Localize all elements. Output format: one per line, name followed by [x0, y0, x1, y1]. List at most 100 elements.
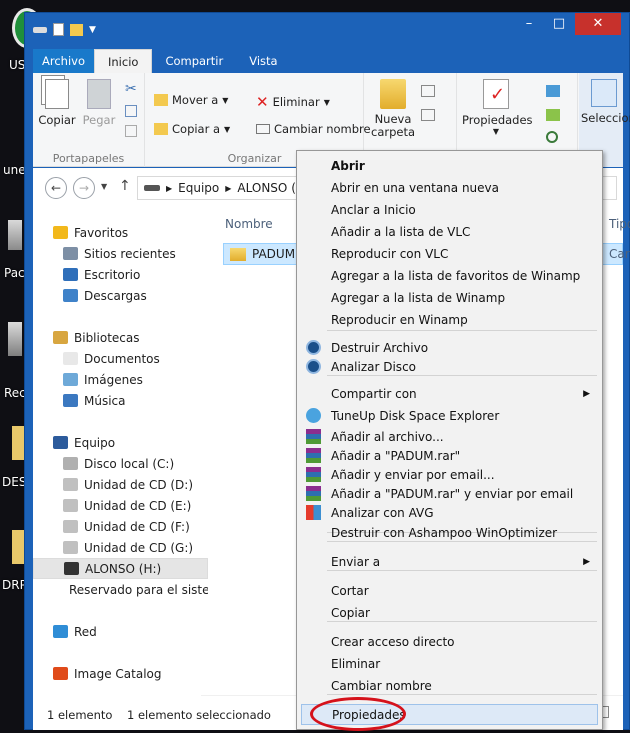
nav-item[interactable]: Imágenes: [33, 369, 208, 390]
nav-item[interactable]: Música: [33, 390, 208, 411]
menu-item[interactable]: Crear acceso directo: [301, 631, 598, 652]
menu-item[interactable]: Destruir Archivo: [301, 337, 598, 358]
copy-to-button[interactable]: Copiar a ▼: [154, 122, 230, 136]
navigation-pane: Favoritos Sitios recientes Escritorio Desca…: [33, 206, 208, 706]
menu-item[interactable]: Añadir a "PADUM.rar" y enviar por email: [301, 483, 598, 504]
menu-item[interactable]: Añadir a la lista de VLC: [301, 221, 598, 242]
properties-icon[interactable]: [53, 23, 64, 36]
recent-locations-icon[interactable]: ▼: [101, 182, 107, 191]
nav-item[interactable]: Favoritos: [33, 222, 208, 243]
nav-item[interactable]: Disco local (C:): [33, 453, 208, 474]
chevron-right-icon[interactable]: ▶: [166, 184, 172, 193]
easy-access-icon[interactable]: [421, 109, 435, 121]
forward-button[interactable]: →: [73, 177, 95, 199]
menu-item-label: Crear acceso directo: [331, 634, 455, 649]
menu-item[interactable]: Añadir y enviar por email...: [301, 464, 598, 485]
title-bar[interactable]: ▼ – □ ✕: [25, 13, 629, 49]
music-icon: [63, 394, 78, 407]
desktop-recycle-icon[interactable]: [8, 322, 22, 356]
nav-item[interactable]: Red: [33, 621, 208, 642]
tab-compartir[interactable]: Compartir: [152, 49, 236, 73]
nav-item[interactable]: Unidad de CD (D:): [33, 474, 208, 495]
move-to-button[interactable]: Mover a ▼: [154, 93, 228, 107]
menu-item[interactable]: TuneUp Disk Space Explorer: [301, 405, 598, 426]
chevron-right-icon[interactable]: ▶: [225, 184, 231, 193]
menu-item-label: Abrir: [331, 158, 365, 173]
menu-item[interactable]: Abrir en una ventana nueva: [301, 177, 598, 198]
new-folder-icon[interactable]: [70, 23, 83, 36]
nav-item[interactable]: Documentos: [33, 348, 208, 369]
properties-button[interactable]: ✓ Propiedades ▼: [462, 79, 533, 136]
nav-item-label: Imágenes: [84, 372, 143, 387]
menu-item[interactable]: Cambiar nombre: [301, 675, 598, 696]
menu-item[interactable]: Enviar a ▶: [301, 551, 598, 572]
nav-item-label: Reservado para el sister: [69, 582, 208, 597]
nav-item-label: Sitios recientes: [84, 246, 176, 261]
nav-item[interactable]: Escritorio: [33, 264, 208, 285]
menu-item[interactable]: Reproducir en Winamp: [301, 309, 598, 330]
nav-item[interactable]: Equipo: [33, 432, 208, 453]
copy-path-icon[interactable]: [125, 105, 137, 117]
copy-button[interactable]: Copiar: [37, 79, 77, 127]
nav-item[interactable]: Bibliotecas: [33, 327, 208, 348]
menu-item[interactable]: Destruir con Ashampoo WinOptimizer: [301, 522, 598, 543]
column-header-type[interactable]: Tipo: [609, 217, 630, 231]
menu-item[interactable]: Copiar: [301, 602, 598, 623]
nav-item[interactable]: ALONSO (H:): [33, 558, 208, 579]
column-header-name[interactable]: Nombre: [225, 217, 273, 231]
pictures-icon: [63, 373, 78, 386]
desktop-folder-icon[interactable]: [12, 426, 24, 460]
menu-item[interactable]: Analizar con AVG: [301, 502, 598, 523]
menu-item[interactable]: Reproducir con VLC: [301, 243, 598, 264]
up-button[interactable]: ↑: [119, 178, 131, 194]
delete-button[interactable]: ✕ Eliminar ▼: [256, 93, 330, 111]
menu-item[interactable]: Analizar Disco: [301, 356, 598, 377]
menu-item[interactable]: Agregar a la lista de favoritos de Winam…: [301, 265, 598, 286]
rename-button[interactable]: Cambiar nombre: [256, 122, 371, 136]
nav-item[interactable]: Unidad de CD (F:): [33, 516, 208, 537]
tab-inicio[interactable]: Inicio: [94, 49, 153, 73]
nav-item[interactable]: Sitios recientes: [33, 243, 208, 264]
menu-item[interactable]: Añadir al archivo...: [301, 426, 598, 447]
cd-drive-icon: [63, 478, 78, 491]
file-name: PADUM: [252, 247, 296, 261]
back-button[interactable]: ←: [45, 177, 67, 199]
menu-item[interactable]: Compartir con ▶: [301, 383, 598, 404]
maximize-button[interactable]: □: [545, 13, 573, 35]
nav-item-label: Unidad de CD (E:): [84, 498, 192, 513]
new-folder-button[interactable]: Nueva carpeta: [371, 79, 415, 139]
shredder-icon: [306, 359, 321, 374]
menu-item[interactable]: Agregar a la lista de Winamp: [301, 287, 598, 308]
nav-item[interactable]: Image Catalog: [33, 663, 208, 684]
tab-vista[interactable]: Vista: [236, 49, 290, 73]
breadcrumb-item[interactable]: ALONSO (H: [237, 181, 304, 195]
chevron-down-icon[interactable]: ▼: [89, 25, 96, 35]
nav-item[interactable]: Unidad de CD (E:): [33, 495, 208, 516]
cut-icon[interactable]: ✂: [125, 81, 137, 97]
new-folder-label: carpeta: [371, 125, 416, 139]
desktop-package-icon[interactable]: [8, 220, 22, 250]
menu-item[interactable]: Abrir: [301, 155, 598, 176]
menu-item[interactable]: Eliminar: [301, 653, 598, 674]
menu-item[interactable]: Añadir a "PADUM.rar": [301, 445, 598, 466]
open-icon[interactable]: [546, 85, 560, 97]
nav-item[interactable]: Reservado para el sister: [33, 579, 208, 600]
history-icon[interactable]: [546, 131, 558, 143]
menu-item[interactable]: Cortar: [301, 580, 598, 601]
select-button[interactable]: Seleccionar: [581, 79, 630, 125]
desktop-folder-icon[interactable]: [12, 530, 24, 564]
nav-item[interactable]: Descargas: [33, 285, 208, 306]
drive-icon[interactable]: [33, 26, 47, 33]
drive-icon: [63, 457, 78, 470]
nav-item[interactable]: Unidad de CD (G:): [33, 537, 208, 558]
tab-archivo[interactable]: Archivo: [33, 49, 94, 73]
paste-button[interactable]: Pegar: [79, 79, 119, 127]
menu-item[interactable]: Anclar a Inicio: [301, 199, 598, 220]
close-button[interactable]: ✕: [575, 13, 621, 35]
paste-shortcut-icon[interactable]: [125, 125, 137, 137]
breadcrumb-item[interactable]: Equipo: [178, 181, 219, 195]
new-item-icon[interactable]: [421, 85, 435, 97]
edit-icon[interactable]: [546, 109, 560, 121]
nav-item-label: Descargas: [84, 288, 147, 303]
minimize-button[interactable]: –: [515, 13, 543, 35]
